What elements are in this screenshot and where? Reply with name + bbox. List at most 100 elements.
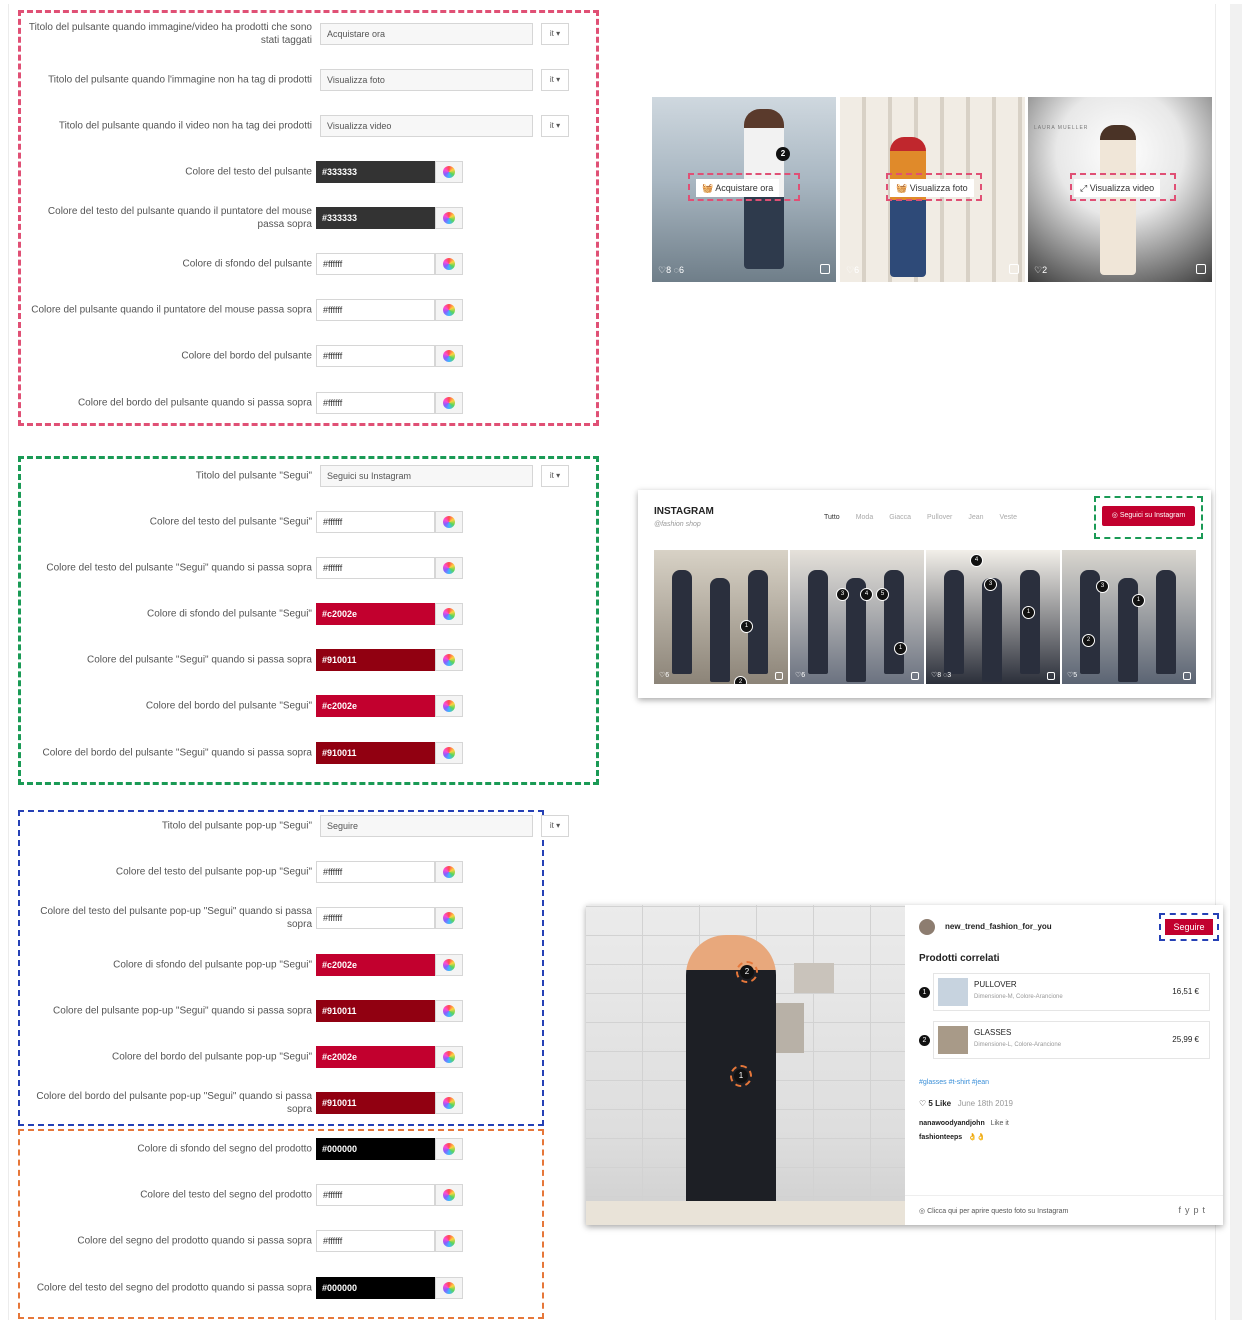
text-input[interactable]: Seguire bbox=[320, 815, 533, 837]
color-picker-button[interactable] bbox=[435, 1092, 463, 1114]
comment-user[interactable]: fashionteeps bbox=[919, 1134, 962, 1141]
product-tag-marker[interactable]: 5 bbox=[876, 588, 889, 601]
color-picker-button[interactable] bbox=[435, 603, 463, 625]
text-input[interactable]: Acquistare ora bbox=[320, 23, 533, 45]
instagram-icon[interactable] bbox=[1196, 264, 1206, 274]
product-tag-marker[interactable]: 1 bbox=[894, 642, 907, 655]
product-tag-marker[interactable]: 3 bbox=[1096, 580, 1109, 593]
color-picker-button[interactable] bbox=[435, 511, 463, 533]
color-input[interactable]: #ffffff bbox=[316, 299, 435, 321]
product-tag-marker[interactable]: 1 bbox=[730, 1065, 752, 1087]
feed-tab[interactable]: Jean bbox=[968, 514, 983, 521]
color-input[interactable]: #ffffff bbox=[316, 511, 435, 533]
language-select[interactable]: it ▾ bbox=[541, 465, 569, 487]
scrollbar[interactable] bbox=[1230, 4, 1242, 1320]
color-input[interactable]: #ffffff bbox=[316, 345, 435, 367]
color-input[interactable]: #ffffff bbox=[316, 861, 435, 883]
seguire-button[interactable]: Seguire bbox=[1165, 919, 1213, 935]
instagram-icon[interactable] bbox=[911, 672, 919, 680]
text-input[interactable]: Seguici su Instagram bbox=[320, 465, 533, 487]
color-input[interactable]: #000000 bbox=[316, 1277, 435, 1299]
color-input[interactable]: #ffffff bbox=[316, 1230, 435, 1252]
feed-tab[interactable]: Veste bbox=[1000, 514, 1018, 521]
product-tag-marker[interactable]: 2 bbox=[776, 147, 790, 161]
color-picker-button[interactable] bbox=[435, 1000, 463, 1022]
color-input[interactable]: #910011 bbox=[316, 1092, 435, 1114]
feed-tab[interactable]: Moda bbox=[856, 514, 874, 521]
color-input[interactable]: #910011 bbox=[316, 649, 435, 671]
product-tag-marker[interactable]: 1 bbox=[1132, 594, 1145, 607]
product-tag-marker[interactable]: 1 bbox=[740, 620, 753, 633]
color-input[interactable]: #910011 bbox=[316, 742, 435, 764]
color-picker-button[interactable] bbox=[435, 1230, 463, 1252]
text-input[interactable]: Visualizza foto bbox=[320, 69, 533, 91]
feed-tile[interactable]: 3 1 2 ♡5 bbox=[1062, 550, 1196, 684]
language-select[interactable]: it ▾ bbox=[541, 115, 569, 137]
product-tag-marker[interactable]: 2 bbox=[1082, 634, 1095, 647]
color-picker-button[interactable] bbox=[435, 1277, 463, 1299]
product-card[interactable]: GLASSES Dimensione-L, Colore-Arancione 25,… bbox=[933, 1021, 1210, 1059]
product-tag-marker[interactable]: 3 bbox=[836, 588, 849, 601]
hashtags[interactable]: #glasses #t-shirt #jean bbox=[919, 1079, 989, 1086]
product-tag-marker[interactable]: 3 bbox=[984, 578, 997, 591]
color-input[interactable]: #333333 bbox=[316, 161, 435, 183]
text-input[interactable]: Visualizza video bbox=[320, 115, 533, 137]
color-picker-button[interactable] bbox=[435, 861, 463, 883]
open-instagram-link[interactable]: ◎ Clicca qui per aprire questo foto su I… bbox=[919, 1207, 1068, 1215]
product-tag-marker[interactable]: 2 bbox=[736, 961, 758, 983]
instagram-icon[interactable] bbox=[1183, 672, 1191, 680]
feed-tab[interactable]: Pullover bbox=[927, 514, 952, 521]
product-tag-marker[interactable]: 4 bbox=[860, 588, 873, 601]
comment-user[interactable]: nanawoodyandjohn bbox=[919, 1120, 985, 1127]
color-input[interactable]: #ffffff bbox=[316, 253, 435, 275]
instagram-icon[interactable] bbox=[1047, 672, 1055, 680]
color-picker-button[interactable] bbox=[435, 695, 463, 717]
preview1-tile-2[interactable]: 🧺 Visualizza foto ♡6 bbox=[840, 97, 1025, 282]
color-input[interactable]: #c2002e bbox=[316, 954, 435, 976]
color-input[interactable]: #000000 bbox=[316, 1138, 435, 1160]
product-row[interactable]: 1 PULLOVER Dimensione-M, Colore-Arancione 1… bbox=[919, 973, 1211, 1013]
follow-instagram-button[interactable]: ◎ Seguici su Instagram bbox=[1102, 506, 1195, 526]
color-picker-button[interactable] bbox=[435, 1184, 463, 1206]
feed-tile[interactable]: 1 2 ♡6 bbox=[654, 550, 788, 684]
color-input[interactable]: #333333 bbox=[316, 207, 435, 229]
color-picker-button[interactable] bbox=[435, 207, 463, 229]
product-row[interactable]: 2 GLASSES Dimensione-L, Colore-Arancione 25… bbox=[919, 1021, 1211, 1061]
color-input[interactable]: #ffffff bbox=[316, 907, 435, 929]
feed-tile[interactable]: 4 3 1 ♡8 ◌3 bbox=[926, 550, 1060, 684]
color-input[interactable]: #ffffff bbox=[316, 392, 435, 414]
color-picker-button[interactable] bbox=[435, 1046, 463, 1068]
product-tag-marker[interactable]: 2 bbox=[734, 676, 747, 684]
color-picker-button[interactable] bbox=[435, 742, 463, 764]
color-picker-button[interactable] bbox=[435, 907, 463, 929]
color-input[interactable]: #c2002e bbox=[316, 1046, 435, 1068]
preview1-tile-1[interactable]: 2 🧺 Acquistare ora ♡8 ◌6 bbox=[652, 97, 836, 282]
heart-icon[interactable]: ♡ bbox=[919, 1099, 926, 1108]
language-select[interactable]: it ▾ bbox=[541, 815, 569, 837]
color-picker-button[interactable] bbox=[435, 253, 463, 275]
product-card[interactable]: PULLOVER Dimensione-M, Colore-Arancione 16… bbox=[933, 973, 1210, 1011]
color-picker-button[interactable] bbox=[435, 954, 463, 976]
instagram-icon[interactable] bbox=[820, 264, 830, 274]
instagram-icon[interactable] bbox=[1009, 264, 1019, 274]
color-input[interactable]: #c2002e bbox=[316, 695, 435, 717]
color-picker-button[interactable] bbox=[435, 649, 463, 671]
language-select[interactable]: it ▾ bbox=[541, 23, 569, 45]
color-input[interactable]: #ffffff bbox=[316, 557, 435, 579]
color-picker-button[interactable] bbox=[435, 161, 463, 183]
feed-tile[interactable]: 3 4 5 1 ♡6 bbox=[790, 550, 924, 684]
color-picker-button[interactable] bbox=[435, 392, 463, 414]
color-input[interactable]: #910011 bbox=[316, 1000, 435, 1022]
username[interactable]: new_trend_fashion_for_you bbox=[945, 922, 1052, 931]
preview1-button-3[interactable]: ⤢ Visualizza video bbox=[1074, 179, 1161, 197]
feed-tab[interactable]: Tutto bbox=[824, 514, 840, 521]
preview1-button-1[interactable]: 🧺 Acquistare ora bbox=[696, 179, 780, 197]
color-picker-button[interactable] bbox=[435, 1138, 463, 1160]
color-input[interactable]: #c2002e bbox=[316, 603, 435, 625]
color-picker-button[interactable] bbox=[435, 299, 463, 321]
product-tag-marker[interactable]: 4 bbox=[970, 554, 983, 567]
instagram-icon[interactable] bbox=[775, 672, 783, 680]
product-tag-marker[interactable]: 1 bbox=[1022, 606, 1035, 619]
color-input[interactable]: #ffffff bbox=[316, 1184, 435, 1206]
color-picker-button[interactable] bbox=[435, 345, 463, 367]
